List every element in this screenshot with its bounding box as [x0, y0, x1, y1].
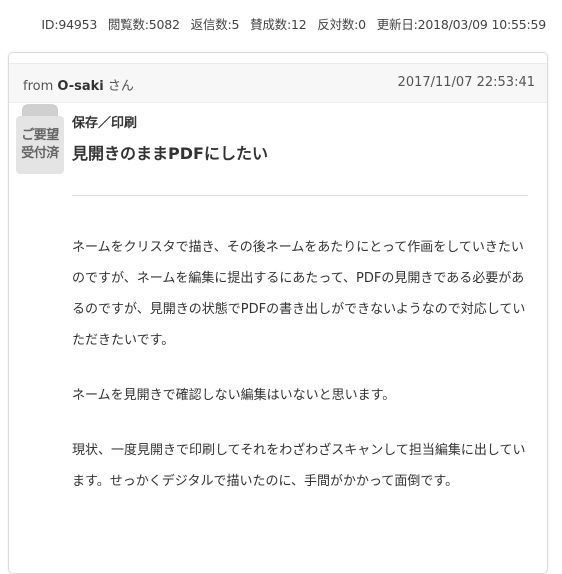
- body-paragraph: 現状、一度見開きで印刷してそれをわざわざスキャンして担当編集に出しています。せっ…: [72, 443, 526, 489]
- body-paragraph: ネームを見開きで確認しない編集はいないと思います。: [72, 388, 396, 403]
- author-name[interactable]: O-saki: [57, 79, 103, 94]
- from-prefix: from: [23, 79, 54, 94]
- post-header: from O-saki さん 2017/11/07 22:53:41: [9, 63, 547, 103]
- post-stats: ID:94953 閲覧数:5082 返信数:5 賛成数:12 反対数:0 更新日…: [34, 14, 546, 33]
- clipboard-badge-icon: ご要望 受付済: [16, 104, 64, 184]
- post-body: ネームをクリスタで描き、その後ネームをあたりにとって作画をしていきたいのですが、…: [72, 232, 530, 521]
- updated-date: 更新日:2018/03/09 10:55:59: [376, 17, 546, 32]
- status-badge: ご要望 受付済: [16, 116, 64, 174]
- badge-line-1: ご要望: [21, 128, 59, 143]
- agree-count: 賛成数:12: [250, 17, 307, 32]
- post-id: ID:94953: [41, 17, 98, 32]
- post-author-line: from O-saki さん: [23, 75, 134, 94]
- badge-line-2: 受付済: [21, 146, 59, 161]
- oppose-count: 反対数:0: [317, 17, 366, 32]
- post-title: 見開きのままPDFにしたい: [72, 144, 268, 163]
- view-count: 閲覧数:5082: [107, 17, 180, 32]
- author-honorific: さん: [107, 79, 134, 94]
- post-category[interactable]: 保存／印刷: [72, 112, 137, 131]
- divider: [72, 195, 528, 196]
- body-paragraph: ネームをクリスタで描き、その後ネームをあたりにとって作画をしていきたいのですが、…: [72, 240, 526, 348]
- reply-count: 返信数:5: [190, 17, 240, 32]
- post-date: 2017/11/07 22:53:41: [397, 75, 535, 90]
